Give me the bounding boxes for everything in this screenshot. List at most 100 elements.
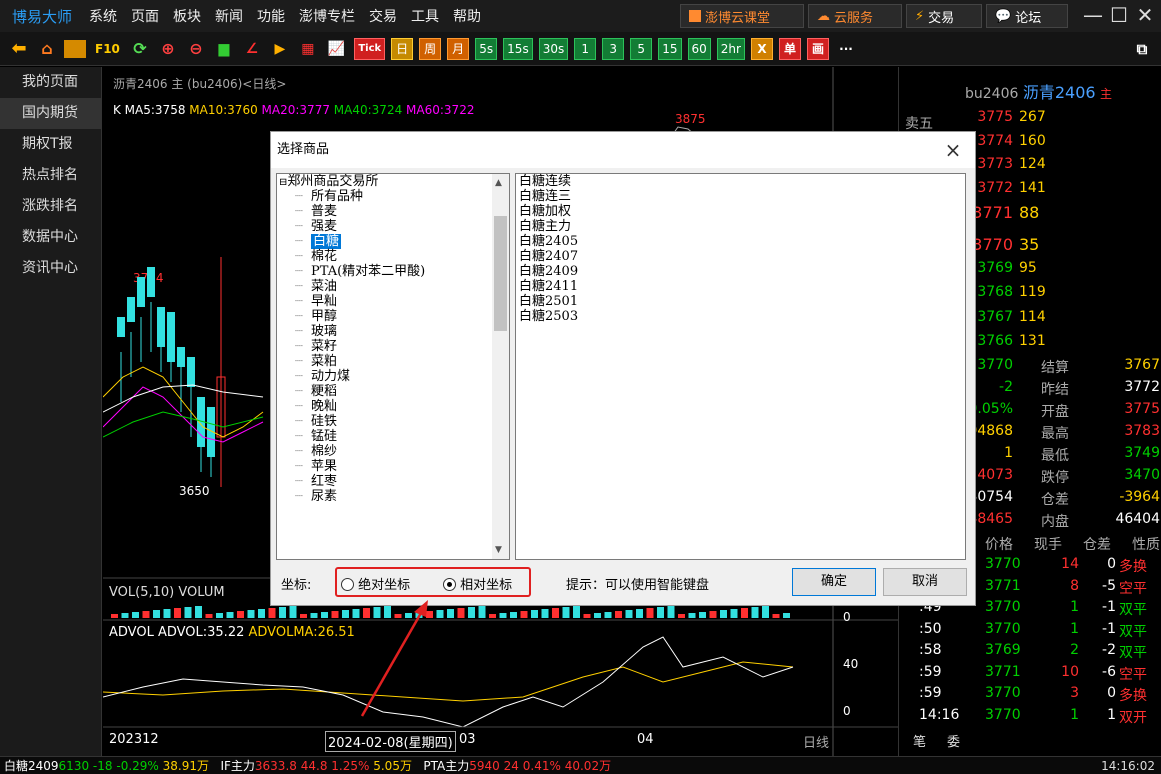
period-5m-button[interactable]: 5 [630, 37, 653, 60]
period-1m-button[interactable]: 1 [574, 37, 597, 60]
menu-trade[interactable]: 交易 [362, 6, 404, 26]
scroll-thumb[interactable] [494, 216, 507, 331]
radio-relative[interactable] [443, 578, 456, 591]
tree-item[interactable]: ┈ 菜油 [277, 279, 509, 294]
tree-item[interactable]: ┈ 锰硅 [277, 429, 509, 444]
sidebar-item-hot-rank[interactable]: 热点排名 [0, 160, 101, 191]
cloud-service-button[interactable]: ☁ 云服务 [808, 4, 902, 28]
tree-item[interactable]: ┈ 甲醇 [277, 309, 509, 324]
tree-root[interactable]: ⊟郑州商品交易所 [277, 174, 509, 189]
draw-button[interactable]: 画 [806, 37, 829, 60]
tree-item[interactable]: ┈ 红枣 [277, 474, 509, 489]
zoom-out-icon[interactable]: ⊖ [185, 38, 207, 60]
refresh-icon[interactable]: ⟳ [129, 38, 151, 60]
flag-icon[interactable]: ▶ [269, 38, 291, 60]
draw-line-icon[interactable]: ∠ [241, 38, 263, 60]
contract-list[interactable]: 白糖连续 白糖连三 白糖加权 白糖主力 白糖2405 白糖2407 白糖2409 白糖2411… [515, 173, 966, 560]
bar-chart-icon[interactable]: ▆ [213, 38, 235, 60]
tree-item[interactable]: ┈ 棉纱 [277, 444, 509, 459]
menu-system[interactable]: 系统 [82, 6, 124, 26]
contract-item[interactable]: 白糖2405 [516, 234, 965, 249]
period-15s-button[interactable]: 15s [503, 37, 533, 60]
more-button[interactable]: ··· [835, 38, 857, 60]
f10-button[interactable]: F10 [92, 38, 123, 60]
radio-absolute[interactable] [341, 578, 354, 591]
home-icon[interactable]: ⌂ [36, 38, 58, 60]
table-icon[interactable]: ▦ [297, 38, 319, 60]
contract-item[interactable]: 白糖连续 [516, 174, 965, 189]
status-sugar-name[interactable]: 白糖2409 [4, 757, 59, 774]
tree-item[interactable]: ┈ 粳稻 [277, 384, 509, 399]
maximize-icon[interactable]: ☐ [1106, 2, 1132, 28]
period-2hr-button[interactable]: 2hr [716, 37, 745, 60]
tree-item[interactable]: ┈ 早籼 [277, 294, 509, 309]
menu-column[interactable]: 澎博专栏 [292, 6, 362, 26]
trend-icon[interactable]: 📈 [325, 38, 348, 60]
tree-item[interactable]: ┈ 硅铁 [277, 414, 509, 429]
tree-item[interactable]: ┈ 棉花 [277, 249, 509, 264]
period-60m-button[interactable]: 60 [687, 37, 711, 60]
trade-button[interactable]: ⚡ 交易 [906, 4, 982, 28]
exchange-tree[interactable]: ⊟郑州商品交易所 ┈ 所有品种 ┈ 普麦 ┈ 强麦 ┈ 白糖 ┈ 棉花 ┈ PTA(精对苯二甲酸) ┈ 菜… [276, 173, 510, 560]
contract-item[interactable]: 白糖2409 [516, 264, 965, 279]
menu-sector[interactable]: 板块 [166, 6, 208, 26]
tree-item[interactable]: ┈ 所有品种 [277, 189, 509, 204]
minimize-icon[interactable]: — [1080, 2, 1106, 28]
tree-item[interactable]: ┈ 菜粕 [277, 354, 509, 369]
close-icon[interactable]: ✕ [1132, 2, 1158, 28]
tree-item[interactable]: ┈ 尿素 [277, 489, 509, 504]
scroll-down-icon[interactable]: ▼ [495, 545, 502, 555]
sidebar-item-data-center[interactable]: 数据中心 [0, 222, 101, 253]
period-month-button[interactable]: 月 [447, 37, 470, 60]
tree-item[interactable]: ┈ 强麦 [277, 219, 509, 234]
forum-button[interactable]: 💬 论坛 [986, 4, 1068, 28]
tree-scrollbar[interactable]: ▲ ▼ [492, 174, 509, 559]
period-30s-button[interactable]: 30s [538, 37, 569, 60]
menu-help[interactable]: 帮助 [446, 6, 488, 26]
contract-item[interactable]: 白糖加权 [516, 204, 965, 219]
tick-button[interactable]: Tick [354, 37, 386, 60]
contract-item[interactable]: 白糖2503 [516, 309, 965, 324]
period-day-button[interactable]: 日 [391, 37, 414, 60]
menu-tools[interactable]: 工具 [404, 6, 446, 26]
relative-coord-radio[interactable]: 相对坐标 [443, 574, 512, 593]
sidebar-item-options[interactable]: 期权T报 [0, 129, 101, 160]
sidebar-item-domestic-futures[interactable]: 国内期货 [0, 98, 101, 129]
tree-item[interactable]: ┈ PTA(精对苯二甲酸) [277, 264, 509, 279]
contract-item[interactable]: 白糖主力 [516, 219, 965, 234]
tree-item[interactable]: ┈ 普麦 [277, 204, 509, 219]
scroll-up-icon[interactable]: ▲ [495, 178, 502, 188]
contract-item[interactable]: 白糖2411 [516, 279, 965, 294]
tree-item[interactable]: ┈ 苹果 [277, 459, 509, 474]
tree-item[interactable]: ┈ 菜籽 [277, 339, 509, 354]
note-icon[interactable] [64, 39, 86, 58]
contract-item[interactable]: 白糖2407 [516, 249, 965, 264]
tree-item[interactable]: ┈ 玻璃 [277, 324, 509, 339]
sidebar-item-change-rank[interactable]: 涨跌排名 [0, 191, 101, 222]
layout-icon[interactable]: ⧉ [1131, 38, 1153, 60]
cancel-button[interactable]: 取消 [883, 568, 967, 596]
zoom-in-icon[interactable]: ⊕ [157, 38, 179, 60]
dialog-close-icon[interactable]: × [941, 132, 965, 168]
menu-function[interactable]: 功能 [250, 6, 292, 26]
x-button[interactable]: X [750, 37, 773, 60]
period-week-button[interactable]: 周 [419, 37, 442, 60]
ok-button[interactable]: 确定 [792, 568, 876, 596]
period-15m-button[interactable]: 15 [658, 37, 682, 60]
menu-page[interactable]: 页面 [124, 6, 166, 26]
status-pta-name[interactable]: PTA主力 [423, 757, 469, 774]
absolute-coord-radio[interactable]: 绝对坐标 [341, 574, 410, 593]
course-button[interactable]: 澎博云课堂 [680, 4, 804, 28]
contract-item[interactable]: 白糖连三 [516, 189, 965, 204]
contract-item[interactable]: 白糖2501 [516, 294, 965, 309]
back-arrow-icon[interactable]: ⬅ [8, 38, 30, 60]
tab-trades[interactable]: 笔 [913, 731, 926, 750]
status-if-name[interactable]: IF主力 [220, 757, 254, 774]
tree-item[interactable]: ┈ 动力煤 [277, 369, 509, 384]
order-button[interactable]: 单 [778, 37, 801, 60]
period-5s-button[interactable]: 5s [475, 37, 498, 60]
period-3m-button[interactable]: 3 [602, 37, 625, 60]
sidebar-item-my-page[interactable]: 我的页面 [0, 67, 101, 98]
sidebar-item-news-center[interactable]: 资讯中心 [0, 253, 101, 284]
tab-orders[interactable]: 委 [947, 731, 960, 750]
